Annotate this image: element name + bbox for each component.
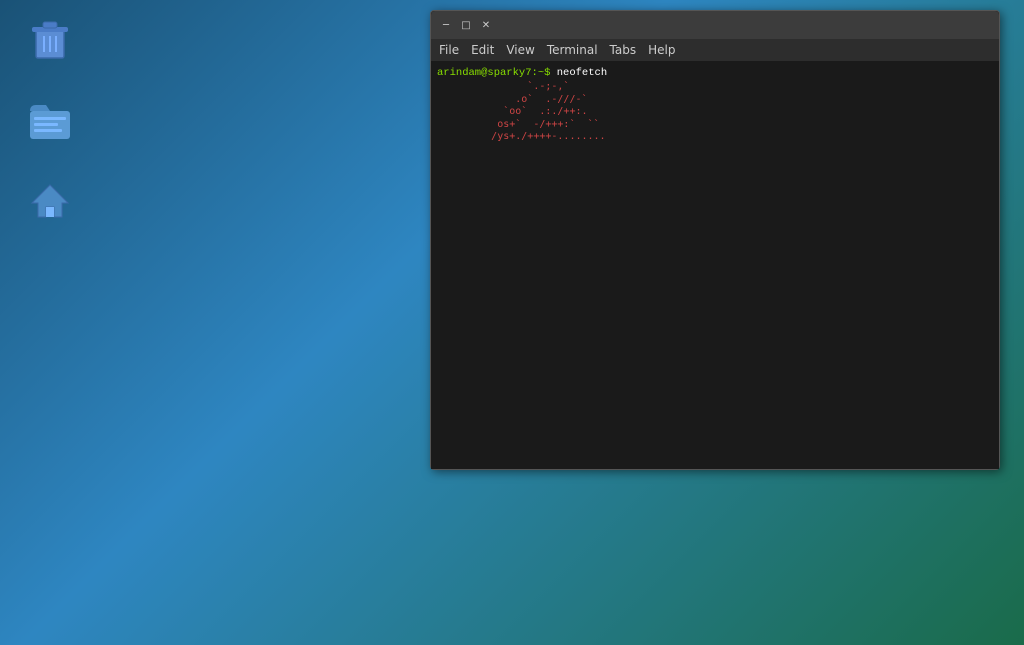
terminal-close[interactable]: ✕: [479, 18, 493, 32]
terminal-menu-view[interactable]: View: [506, 43, 534, 57]
terminal-body: arindam@sparky7:~$ neofetch `.-;-,` .o` …: [435, 65, 995, 465]
trash-icon: [26, 14, 74, 62]
filesystem-icon: [26, 97, 74, 145]
terminal-menubar: File Edit View Terminal Tabs Help: [431, 39, 999, 61]
home-icon: [26, 177, 74, 225]
terminal-window: ─ □ ✕ File Edit View Terminal Tabs Help …: [430, 10, 1000, 470]
desktop: ─ □ ✕ File Edit View Terminal Tabs Help …: [0, 0, 1024, 645]
ascii-art: `.-;-,` .o` .-///-` `oo` .:./++:. os+` -…: [437, 81, 727, 144]
terminal-menu-help[interactable]: Help: [648, 43, 675, 57]
terminal-controls[interactable]: ─ □ ✕: [439, 18, 493, 32]
terminal-menu-terminal[interactable]: Terminal: [547, 43, 598, 57]
terminal-menu-edit[interactable]: Edit: [471, 43, 494, 57]
terminal-prompt: arindam@sparky7:~$: [437, 67, 550, 79]
terminal-minimize[interactable]: ─: [439, 18, 453, 32]
terminal-menu-file[interactable]: File: [439, 43, 459, 57]
terminal-menu-tabs[interactable]: Tabs: [610, 43, 637, 57]
desktop-icon-home[interactable]: [10, 173, 90, 233]
terminal-maximize[interactable]: □: [459, 18, 473, 32]
terminal-content: arindam@sparky7:~$ neofetch `.-;-,` .o` …: [431, 61, 999, 469]
desktop-icon-trash[interactable]: [10, 10, 90, 70]
terminal-titlebar: ─ □ ✕: [431, 11, 999, 39]
desktop-icon-filesystem[interactable]: [10, 93, 90, 153]
terminal-command: neofetch: [550, 67, 607, 79]
